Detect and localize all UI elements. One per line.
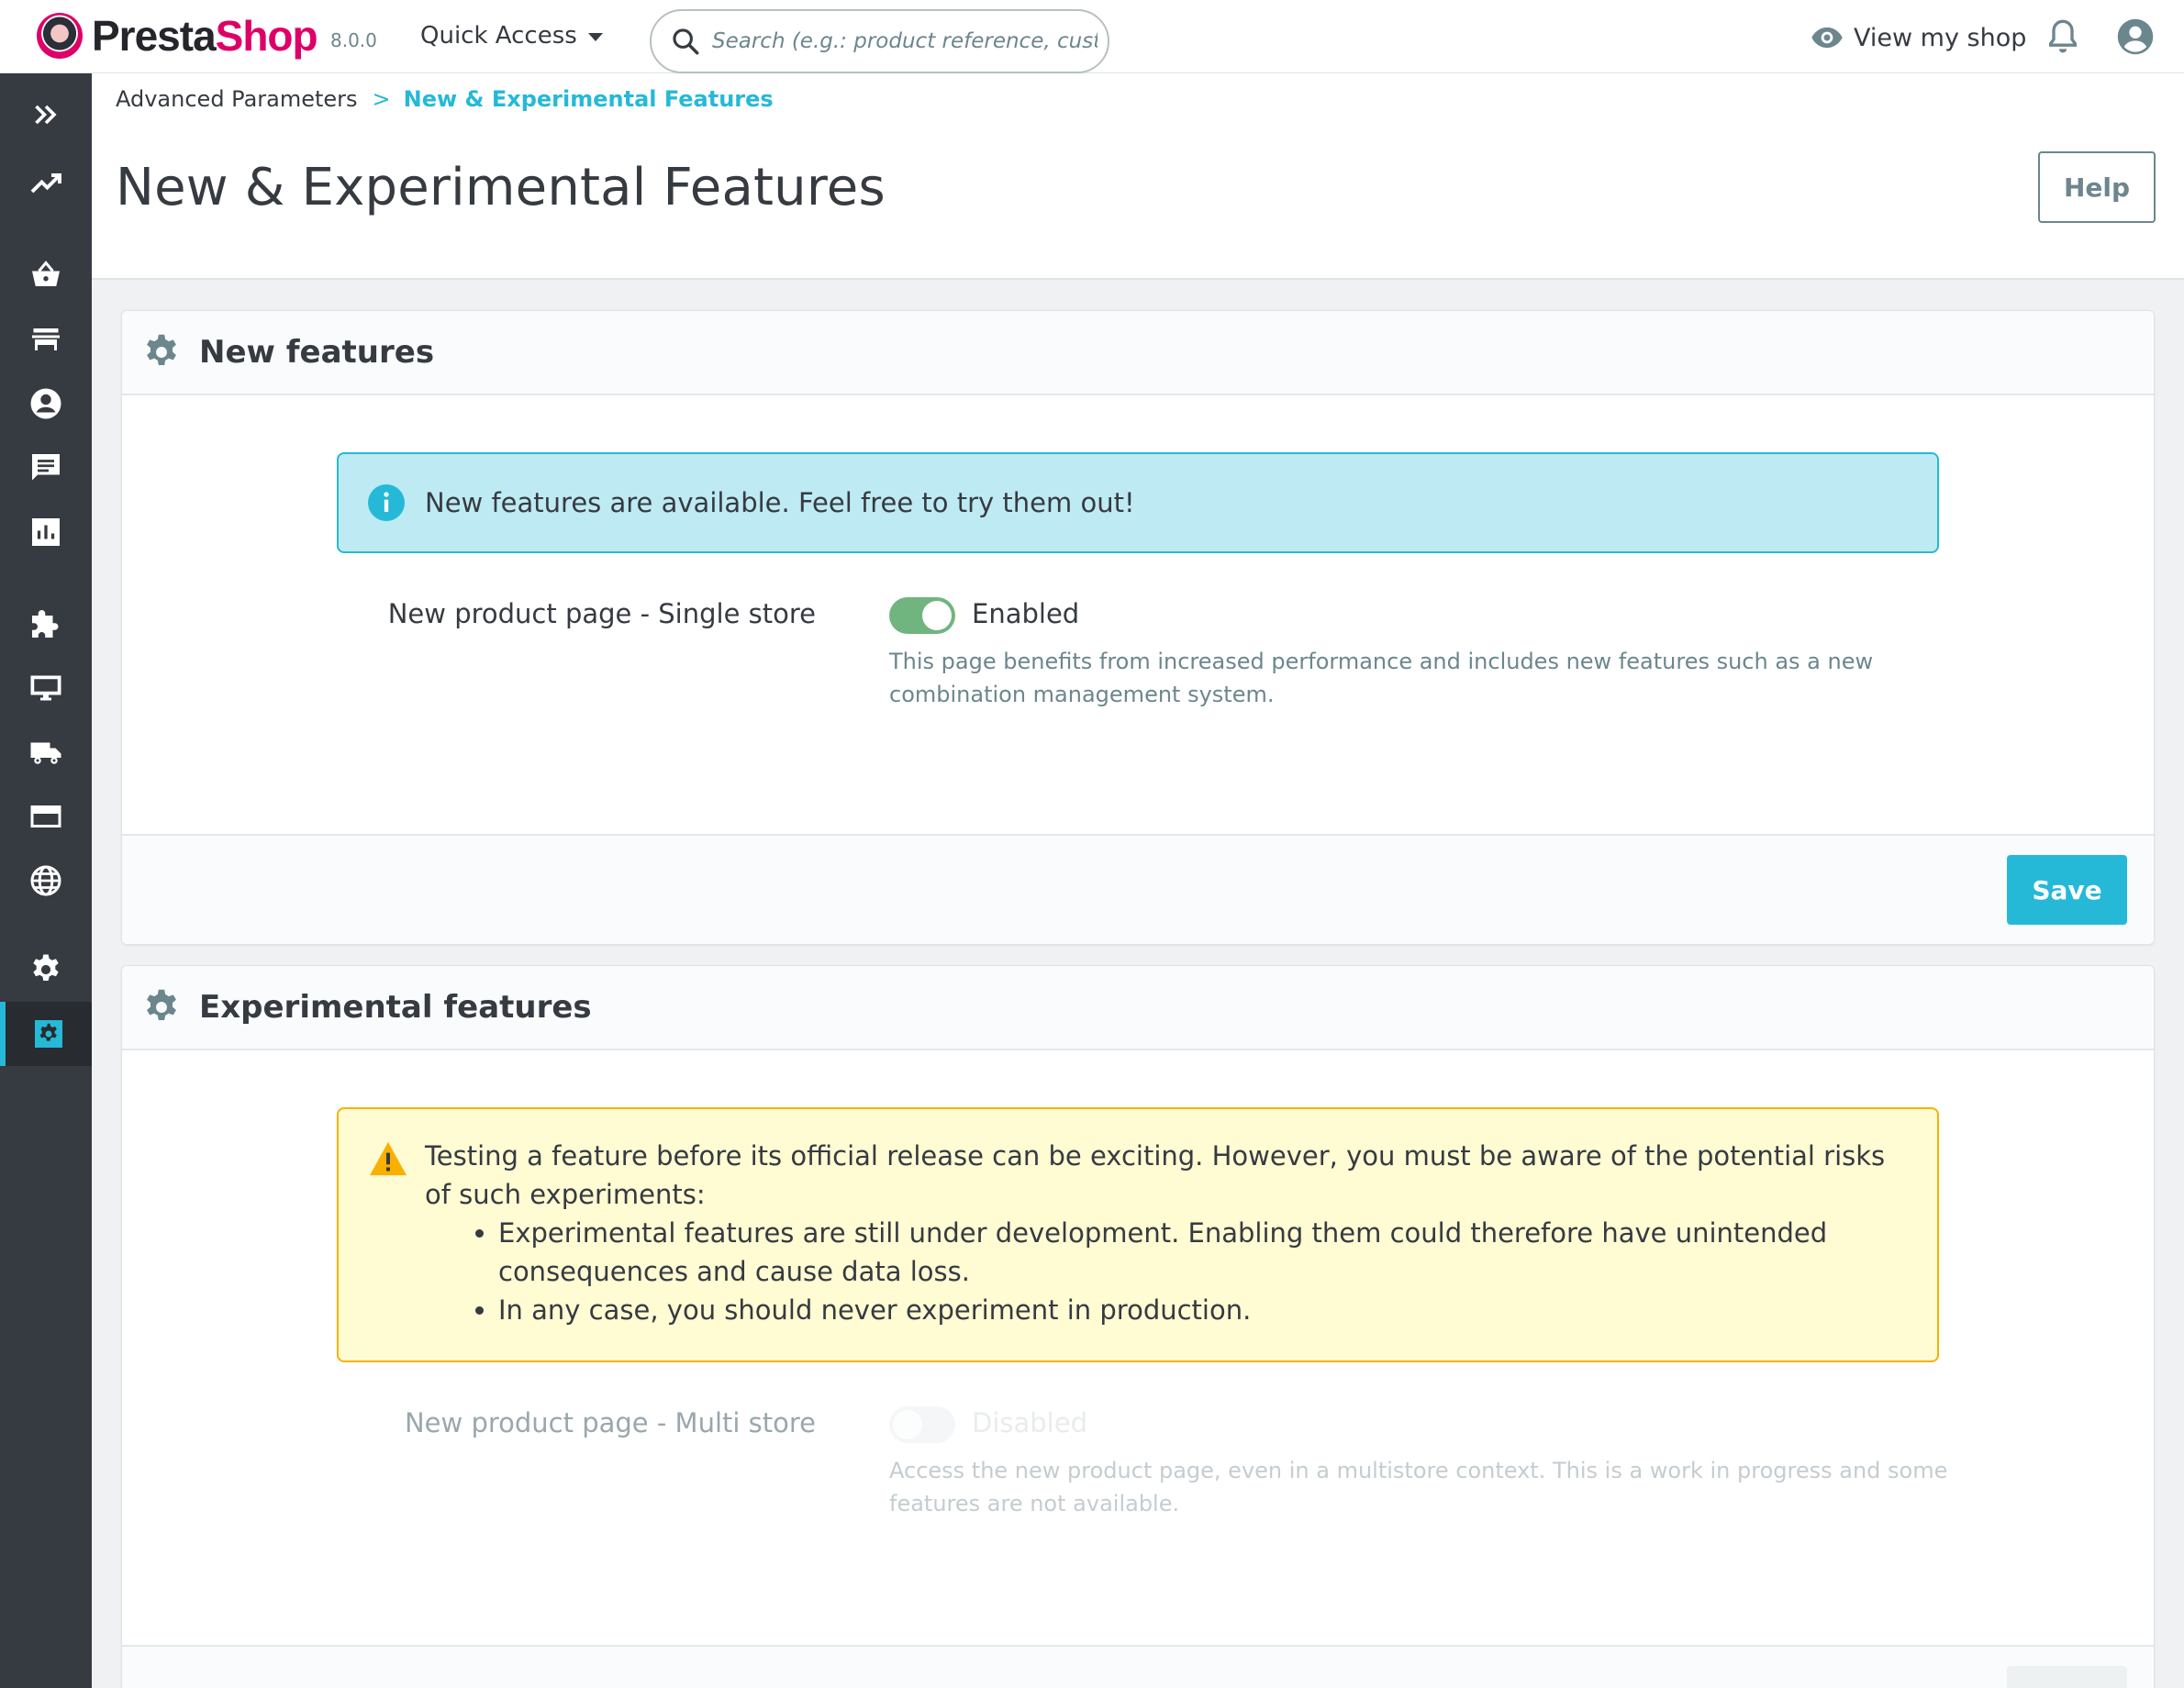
breadcrumb-parent-link[interactable]: Advanced Parameters xyxy=(116,86,358,112)
page-header: Advanced Parameters > New & Experimental… xyxy=(92,73,2184,280)
sidebar-item-stats[interactable] xyxy=(0,500,92,564)
feature-help-text: This page benefits from increased perfor… xyxy=(889,649,1874,707)
puffin-logo-icon xyxy=(37,13,83,59)
user-account-icon[interactable] xyxy=(2116,17,2155,56)
modules-puzzle-icon xyxy=(32,610,59,638)
save-button[interactable]: Save xyxy=(2007,855,2127,925)
customers-icon xyxy=(30,388,61,419)
sidebar-item-orders[interactable] xyxy=(0,243,92,307)
expand-icon xyxy=(35,105,57,125)
toggle-state-label: Enabled xyxy=(972,598,1080,629)
warning-list: Experimental features are still under de… xyxy=(498,1214,1900,1329)
sidebar-item-payment[interactable] xyxy=(0,784,92,849)
warning-intro-text: Testing a feature before its official re… xyxy=(425,1140,1886,1210)
search-icon xyxy=(673,28,699,55)
feature-label: New product page - Single store xyxy=(387,598,816,629)
dashboard-trend-icon xyxy=(30,173,61,194)
payment-card-icon xyxy=(30,805,61,827)
warning-icon xyxy=(370,1141,407,1176)
breadcrumb: Advanced Parameters > New & Experimental… xyxy=(116,86,774,112)
card-footer xyxy=(122,1645,2154,1688)
version-label: 8.0.0 xyxy=(330,29,377,51)
sidebar-item-messages[interactable] xyxy=(0,436,92,500)
sidebar-item-dashboard[interactable] xyxy=(0,151,92,216)
single-store-toggle[interactable] xyxy=(889,597,955,634)
feature-help-text: Access the new product page, even in a m… xyxy=(889,1458,1948,1516)
sidebar-toggle[interactable] xyxy=(0,83,92,147)
sidebar-item-international[interactable] xyxy=(0,849,92,913)
view-my-shop-link[interactable]: View my shop xyxy=(1810,20,2026,55)
card-header: Experimental features xyxy=(122,966,2154,1050)
advanced-parameters-icon xyxy=(35,1020,62,1048)
breadcrumb-current[interactable]: New & Experimental Features xyxy=(404,86,774,112)
toggle-state-label: Disabled xyxy=(972,1407,1087,1438)
info-alert: New features are available. Feel free to… xyxy=(337,452,1939,553)
new-features-card: New features New features are available.… xyxy=(121,310,2155,945)
search-box[interactable] xyxy=(650,9,1109,73)
orders-basket-icon xyxy=(32,261,60,286)
sidebar-item-shipping[interactable] xyxy=(0,720,92,784)
sidebar-item-catalog[interactable] xyxy=(0,307,92,372)
shipping-truck-icon xyxy=(30,742,61,764)
catalog-store-icon xyxy=(32,328,60,350)
search-input[interactable] xyxy=(712,29,1098,53)
sidebar-item-advanced-parameters[interactable] xyxy=(0,1002,92,1066)
sidebar-item-configure[interactable] xyxy=(0,938,92,1002)
prestashop-logo[interactable]: PrestaShop xyxy=(37,11,318,61)
info-alert-text: New features are available. Feel free to… xyxy=(425,487,1135,518)
warning-list-item: Experimental features are still under de… xyxy=(498,1214,1900,1291)
info-icon xyxy=(368,484,405,521)
page-title: New & Experimental Features xyxy=(116,158,886,217)
card-title: New features xyxy=(199,334,435,371)
sidebar-item-customers[interactable] xyxy=(0,372,92,436)
bell-icon[interactable] xyxy=(2045,17,2081,57)
card-title: Experimental features xyxy=(199,989,592,1026)
save-button-placeholder xyxy=(2007,1666,2127,1688)
sidebar xyxy=(0,73,92,1688)
breadcrumb-separator: > xyxy=(372,86,391,112)
multi-store-toggle[interactable] xyxy=(889,1406,955,1443)
experimental-features-card: Experimental features Testing a feature … xyxy=(121,965,2155,1688)
card-header: New features xyxy=(122,311,2154,395)
quick-access-dropdown[interactable]: Quick Access xyxy=(420,22,603,50)
stats-icon xyxy=(32,518,60,546)
design-monitor-icon xyxy=(30,675,61,701)
sidebar-item-design[interactable] xyxy=(0,656,92,720)
caret-down-icon xyxy=(587,33,603,41)
international-globe-icon xyxy=(30,865,61,896)
feature-label: New product page - Multi store xyxy=(404,1407,816,1438)
configure-gear-icon xyxy=(33,954,59,981)
top-bar: PrestaShop 8.0.0 Quick Access View my sh… xyxy=(0,0,2184,73)
card-footer: Save xyxy=(122,834,2154,944)
gear-icon xyxy=(147,334,176,365)
messages-icon xyxy=(32,454,60,481)
gear-icon xyxy=(147,989,176,1020)
sidebar-item-modules[interactable] xyxy=(0,592,92,656)
warning-alert: Testing a feature before its official re… xyxy=(337,1107,1939,1362)
eye-icon xyxy=(1811,27,1843,49)
warning-list-item: In any case, you should never experiment… xyxy=(498,1291,1900,1329)
help-button[interactable]: Help xyxy=(2038,151,2156,223)
